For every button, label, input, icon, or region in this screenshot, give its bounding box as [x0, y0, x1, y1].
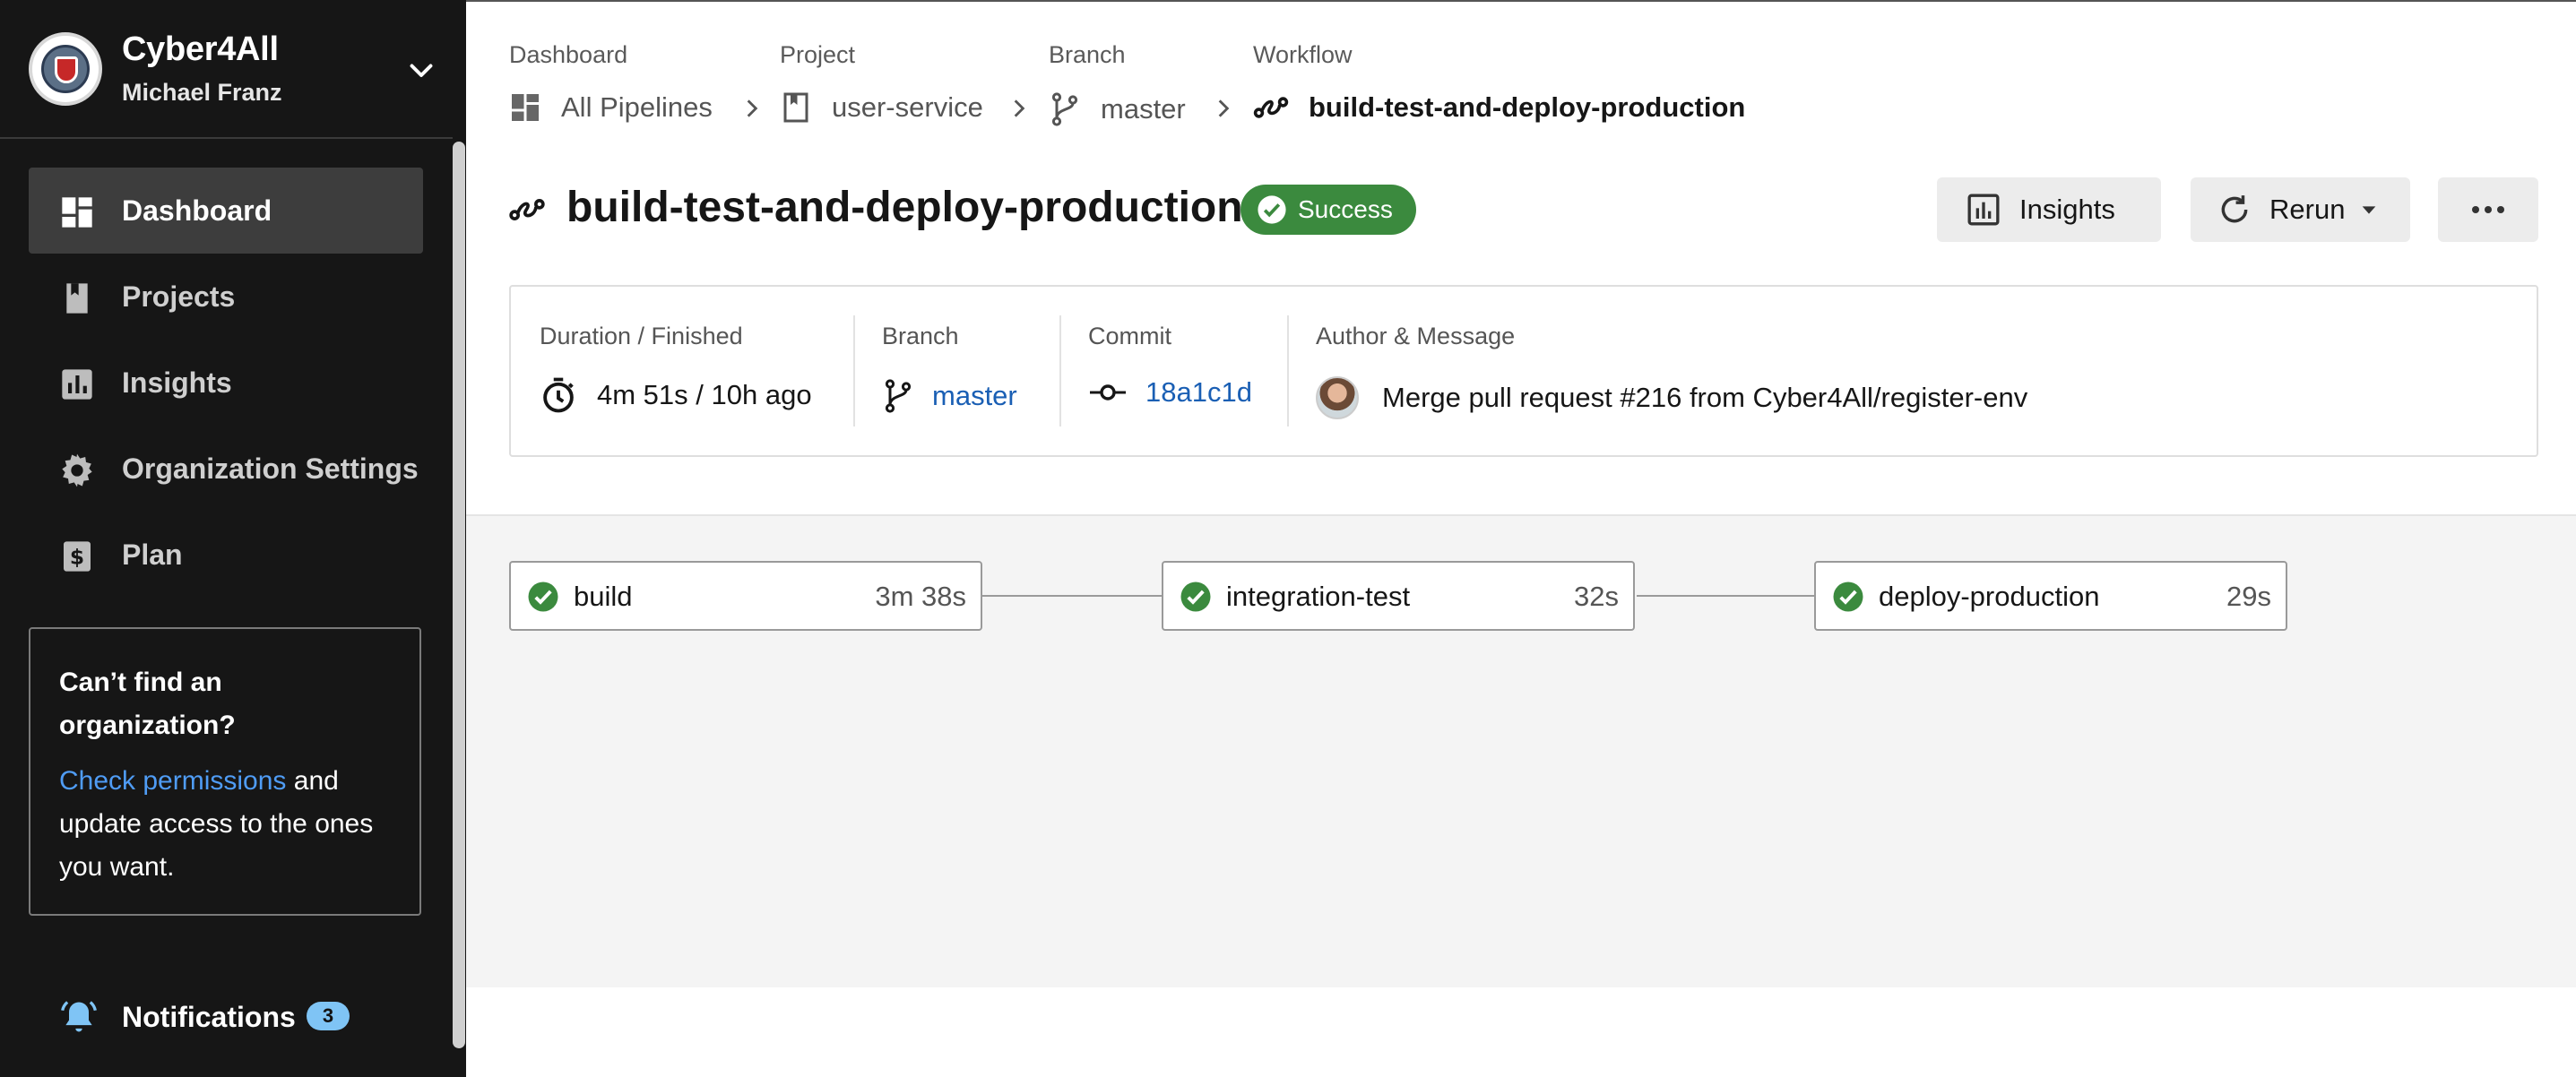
sidebar: Cyber4All Michael Franz Dashboard Projec… [0, 0, 466, 1077]
sidebar-item-insights[interactable]: Insights [29, 340, 423, 426]
check-permissions-link[interactable]: Check permissions [59, 766, 286, 796]
notifications-item[interactable]: Notifications 3 [29, 990, 423, 1044]
dollar-icon: $ [64, 541, 91, 572]
workflow-icon [1253, 97, 1289, 118]
check-circle-icon [1833, 582, 1863, 612]
notifications-count-badge: 3 [307, 1002, 350, 1030]
dashboard-icon [512, 94, 539, 121]
chevron-right-icon [1014, 99, 1025, 117]
breadcrumb-caption: Workflow [1253, 41, 1353, 68]
job-build[interactable]: build 3m 38s [509, 561, 982, 631]
help-card: Can’t find an organization? Check permis… [29, 627, 421, 916]
chevron-down-icon[interactable] [405, 54, 437, 86]
breadcrumb: Dashboard All Pipelines Project user-ser… [509, 36, 2481, 143]
caret-down-icon [2363, 206, 2376, 214]
sidebar-item-label: Plan [122, 538, 183, 571]
rerun-button-label: Rerun [2269, 194, 2346, 225]
status-badge: Success [1240, 185, 1416, 235]
main-content: Dashboard All Pipelines Project user-ser… [466, 0, 2576, 1077]
branch-caption: Branch [882, 323, 959, 349]
check-circle-icon [528, 582, 558, 612]
sidebar-item-label: Organization Settings [122, 452, 419, 485]
author-caption: Author & Message [1316, 323, 1516, 349]
breadcrumb-value: master [1101, 93, 1186, 125]
book-icon [783, 92, 808, 123]
more-horizontal-icon [2472, 206, 2504, 213]
notifications-label: Notifications [122, 1001, 296, 1033]
stopwatch-icon [543, 377, 574, 413]
bell-icon [61, 1001, 97, 1032]
rerun-button[interactable]: Rerun [2191, 177, 2410, 242]
sidebar-item-plan[interactable]: $ Plan [29, 512, 423, 598]
bar-chart-icon [1967, 194, 2000, 226]
org-logo [29, 32, 102, 106]
job-duration: 29s [2226, 581, 2271, 612]
org-name: Cyber4All [122, 30, 279, 68]
breadcrumb-caption: Branch [1049, 41, 1126, 68]
branch-icon [1051, 92, 1078, 126]
sidebar-scrollbar[interactable] [453, 142, 465, 1048]
job-duration: 32s [1574, 581, 1619, 612]
branch-icon [885, 379, 912, 413]
commit-message: Merge pull request #216 from Cyber4All/r… [1382, 382, 2028, 413]
sidebar-item-label: Insights [122, 366, 232, 399]
sidebar-item-dashboard[interactable]: Dashboard [29, 168, 423, 254]
branch-link[interactable]: master [932, 380, 1017, 412]
sidebar-nav: Dashboard Projects Insights Organization… [29, 168, 423, 598]
more-actions-button[interactable] [2438, 177, 2538, 242]
workflow-icon [509, 199, 545, 220]
svg-text:$: $ [70, 544, 84, 569]
job-name: integration-test [1226, 581, 1411, 612]
sidebar-item-organization-settings[interactable]: Organization Settings [29, 426, 423, 512]
duration-value: 4m 51s / 10h ago [597, 379, 812, 410]
help-title: Can’t find an organization? [59, 668, 236, 740]
check-circle-icon [1180, 582, 1211, 612]
chevron-right-icon [747, 99, 758, 117]
book-icon [66, 283, 88, 314]
gear-icon [62, 453, 92, 487]
duration-caption: Duration / Finished [540, 323, 743, 349]
insights-button[interactable]: Insights [1937, 177, 2161, 242]
help-body: Check permissions and update access to t… [59, 760, 391, 889]
insights-button-label: Insights [2019, 194, 2115, 225]
breadcrumb-caption: Project [780, 41, 856, 68]
job-duration: 3m 38s [875, 581, 966, 612]
check-circle-icon [1258, 195, 1286, 224]
breadcrumb-caption: Dashboard [509, 41, 628, 68]
breadcrumb-value: All Pipelines [561, 91, 713, 123]
org-switcher[interactable]: Cyber4All Michael Franz [0, 0, 453, 139]
commit-icon [1090, 384, 1126, 401]
bar-chart-icon [62, 369, 92, 400]
commit-link[interactable]: 18a1c1d [1145, 376, 1252, 409]
sidebar-item-projects[interactable]: Projects [29, 254, 423, 340]
chevron-right-icon [1218, 99, 1230, 117]
job-deploy-production[interactable]: deploy-production 29s [1814, 561, 2287, 631]
status-label: Success [1298, 195, 1393, 223]
breadcrumb-value: user-service [832, 91, 983, 123]
commit-caption: Commit [1088, 323, 1171, 349]
job-integration-test[interactable]: integration-test 32s [1162, 561, 1635, 631]
dashboard-icon [62, 197, 92, 228]
avatar [1316, 376, 1359, 419]
refresh-icon [2221, 195, 2248, 223]
sidebar-item-label: Projects [122, 280, 236, 313]
sidebar-item-label: Dashboard [122, 194, 272, 227]
page-title: build-test-and-deploy-production [566, 184, 1243, 231]
user-name: Michael Franz [122, 79, 282, 106]
breadcrumb-value: build-test-and-deploy-production [1309, 91, 1746, 123]
workflow-summary: Duration / Finished 4m 51s / 10h ago Bra… [509, 285, 2538, 457]
job-name: build [574, 581, 633, 612]
job-name: deploy-production [1879, 581, 2100, 612]
